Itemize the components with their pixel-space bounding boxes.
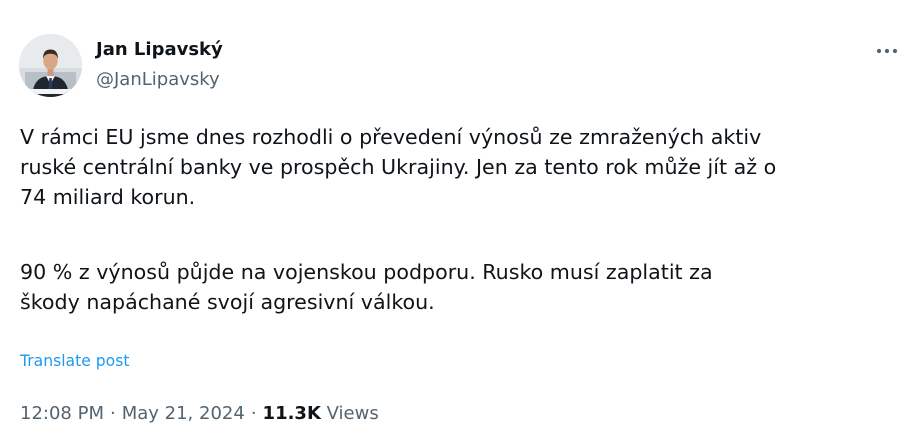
author-avatar[interactable] [19,34,82,97]
post-text-line: 90 % z výnosů půjde na vojenskou podporu… [20,260,713,284]
author-info: Jan Lipavský @JanLipavsky [96,38,223,92]
person-portrait-avatar-icon [19,34,82,97]
post-card: Jan Lipavský @JanLipavsky V rámci EU jsm… [0,0,917,440]
views-label: Views [326,403,379,424]
more-horizontal-icon [876,48,898,54]
post-text-line: ruské centrální banky ve prospěch Ukraji… [20,155,777,179]
post-date[interactable]: May 21, 2024 [122,403,245,424]
meta-separator: · [109,403,116,424]
author-display-name[interactable]: Jan Lipavský [96,38,223,62]
translate-post-link[interactable]: Translate post [20,350,129,372]
post-meta: 12:08 PM · May 21, 2024 · 11.3K Views [20,402,379,426]
post-text: V rámci EU jsme dnes rozhodli o převeden… [20,122,900,317]
post-text-line: škody napáchané svojí agresivní válkou. [20,290,435,314]
post-text-line: V rámci EU jsme dnes rozhodli o převeden… [20,125,762,149]
views-count: 11.3K [262,403,321,424]
author-handle[interactable]: @JanLipavsky [96,68,223,92]
more-options-button[interactable] [872,38,902,64]
meta-separator: · [250,403,257,424]
post-text-line: 74 miliard korun. [20,185,196,209]
post-time[interactable]: 12:08 PM [20,403,104,424]
